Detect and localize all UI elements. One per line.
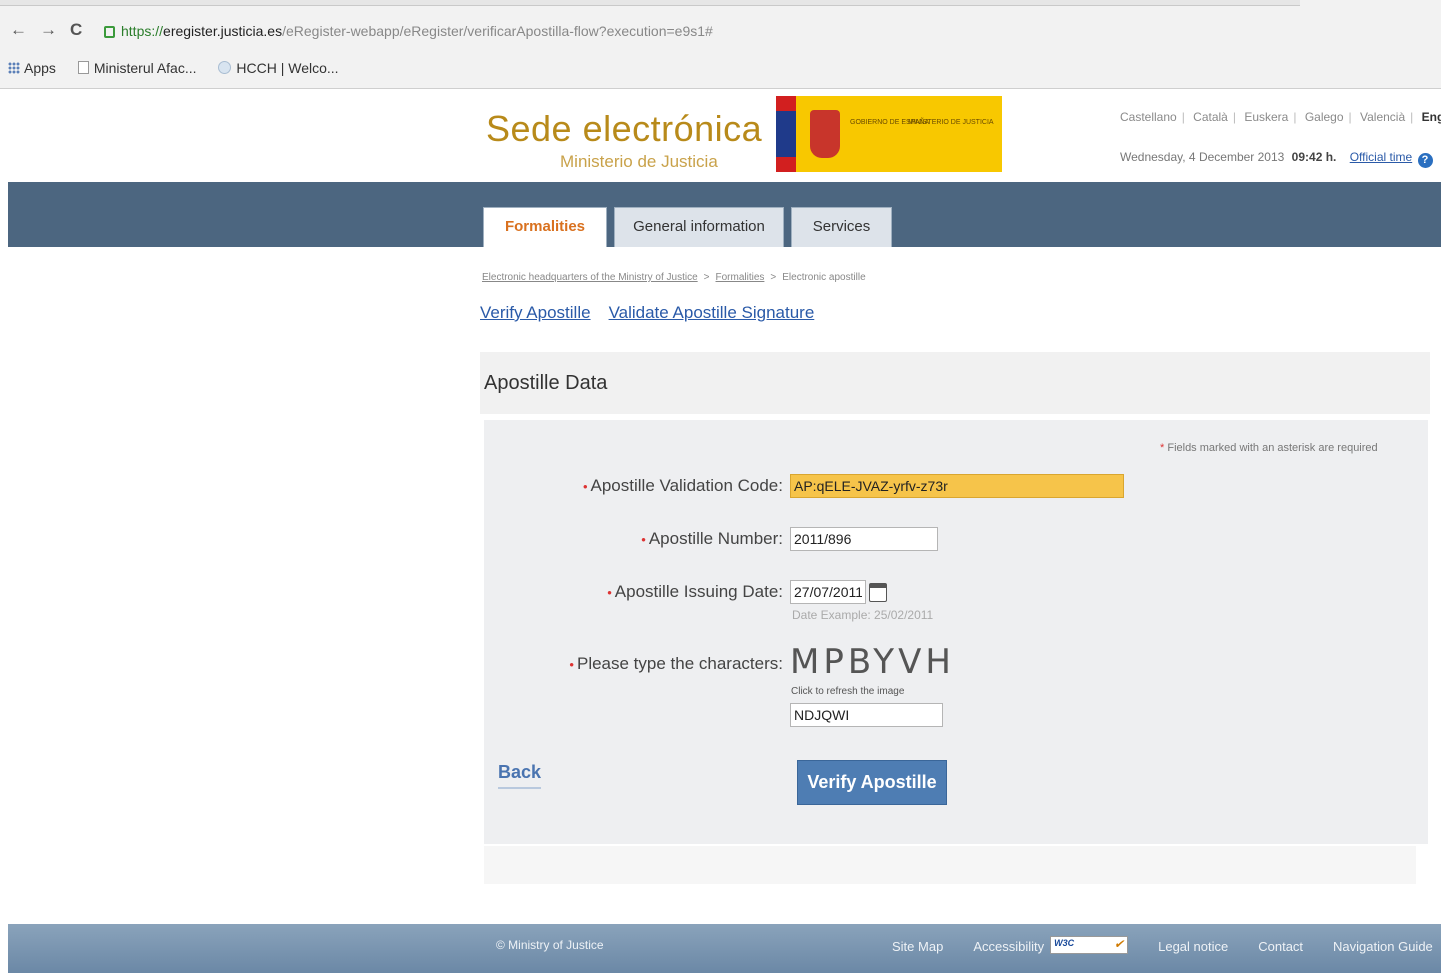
- breadcrumb: Electronic headquarters of the Ministry …: [482, 272, 866, 283]
- site-subtitle: Ministerio de Justicia: [560, 152, 718, 171]
- verify-apostille-button[interactable]: Verify Apostille: [797, 760, 947, 805]
- bookmark-label: Ministerul Afac...: [93, 60, 197, 76]
- globe-icon: [218, 61, 232, 74]
- breadcrumb-formalities[interactable]: Formalities: [716, 272, 765, 283]
- lang-valencia[interactable]: Valencià: [1360, 110, 1405, 124]
- back-arrow-icon[interactable]: ←: [10, 20, 27, 40]
- url-scheme: https://: [121, 23, 164, 39]
- language-selector: Castellano | Català | Euskera | Galego | Val…: [1120, 110, 1441, 124]
- validate-signature-link[interactable]: Validate Apostille Signature: [609, 303, 815, 322]
- tab-services[interactable]: Services: [791, 207, 892, 247]
- wai-compliance-badge-icon: [1050, 936, 1129, 954]
- tab-general-information[interactable]: General information: [614, 207, 784, 247]
- footer-contact[interactable]: Contact: [1258, 939, 1303, 954]
- lang-euskera[interactable]: Euskera: [1244, 110, 1288, 124]
- official-time-link[interactable]: Official time: [1350, 150, 1412, 164]
- footer-site-map[interactable]: Site Map: [892, 939, 943, 954]
- required-note-text: Fields marked with an asterisk are requi…: [1167, 442, 1378, 454]
- panel-footer: [484, 846, 1416, 884]
- calendar-icon[interactable]: [869, 583, 887, 602]
- accessibility-label: Accessibility: [973, 939, 1045, 954]
- date-hint: Date Example: 25/02/2011: [792, 608, 934, 622]
- issuing-date-label: • Apostille Issuing Date:: [607, 582, 783, 601]
- reload-icon[interactable]: C: [70, 20, 82, 40]
- bookmarks-bar: Apps Ministerul Afac... HCCH | Welco...: [8, 56, 357, 80]
- lang-galego[interactable]: Galego: [1305, 110, 1344, 124]
- current-date: Wednesday, 4 December 2013: [1120, 150, 1285, 164]
- browser-chrome: ← → C https://eregister.justicia.es/eReg…: [0, 0, 1441, 89]
- forward-arrow-icon[interactable]: →: [40, 20, 57, 40]
- bookmark-hcch[interactable]: HCCH | Welco...: [218, 60, 339, 76]
- coat-of-arms-icon: [810, 110, 840, 158]
- label-text: Please type the characters:: [576, 654, 783, 673]
- current-time: 09:42 h.: [1291, 150, 1337, 164]
- flag-stripe: [776, 96, 796, 172]
- issuing-date-input[interactable]: [790, 580, 866, 604]
- footer-navigation-guide[interactable]: Navigation Guide: [1333, 939, 1433, 954]
- tab-formalities[interactable]: Formalities: [483, 207, 607, 247]
- label-text: Apostille Validation Code:: [590, 476, 783, 495]
- required-fields-note: * Fields marked with an asterisk are req…: [1160, 442, 1378, 454]
- breadcrumb-home[interactable]: Electronic headquarters of the Ministry …: [482, 272, 698, 283]
- bookmark-label: HCCH | Welco...: [236, 60, 339, 76]
- bookmark-apps[interactable]: Apps: [8, 60, 56, 76]
- help-icon[interactable]: ?: [1417, 153, 1433, 168]
- validation-code-input[interactable]: [790, 474, 1124, 498]
- bookmark-label: Apps: [24, 60, 56, 76]
- lang-catala[interactable]: Català: [1193, 110, 1228, 124]
- footer-copyright: © Ministry of Justice: [496, 938, 604, 952]
- logo-text-ministry: MINISTERIO DE JUSTICIA: [908, 119, 994, 126]
- government-logo[interactable]: GOBIERNO DE ESPAÑA MINISTERIO DE JUSTICI…: [776, 96, 1002, 172]
- lang-castellano[interactable]: Castellano: [1120, 110, 1177, 124]
- sub-navigation: Verify Apostille Validate Apostille Signa…: [480, 303, 832, 323]
- captcha-label: • Please type the characters:: [569, 654, 783, 673]
- back-link[interactable]: Back: [498, 762, 542, 789]
- site-title[interactable]: Sede electrónica: [486, 108, 762, 150]
- date-time: Wednesday, 4 December 2013 09:42 h. Offi…: [1120, 150, 1433, 168]
- tab-strip: [0, 0, 1300, 6]
- panel-header: [480, 352, 1430, 414]
- url-path: /eRegister-webapp/eRegister/verificarApo…: [282, 23, 713, 39]
- refresh-captcha-link[interactable]: Click to refresh the image: [791, 686, 904, 697]
- captcha-input[interactable]: [790, 703, 943, 727]
- validation-code-label: • Apostille Validation Code:: [582, 476, 783, 495]
- url-host: eregister.justicia.es: [163, 23, 283, 39]
- footer-legal-notice[interactable]: Legal notice: [1158, 939, 1228, 954]
- lock-icon: [104, 26, 115, 38]
- panel-title: Apostille Data: [484, 372, 608, 394]
- lang-english[interactable]: English: [1422, 110, 1441, 124]
- verify-apostille-link[interactable]: Verify Apostille: [480, 303, 591, 322]
- footer-links: Site Map Accessibility Legal notice Contact…: [892, 936, 1433, 954]
- breadcrumb-current: Electronic apostille: [782, 272, 866, 283]
- footer-accessibility[interactable]: Accessibility: [973, 936, 1129, 954]
- label-text: Apostille Issuing Date:: [614, 582, 783, 601]
- apostille-number-input[interactable]: [790, 527, 938, 551]
- apps-grid-icon: [8, 62, 20, 74]
- bookmark-ministerul[interactable]: Ministerul Afac...: [77, 60, 197, 76]
- address-bar[interactable]: https://eregister.justicia.es/eRegister-…: [104, 18, 1434, 44]
- apostille-number-label: • Apostille Number:: [641, 529, 783, 548]
- captcha-image[interactable]: MPBYVH: [790, 642, 955, 682]
- label-text: Apostille Number:: [648, 529, 783, 548]
- page-icon: [77, 61, 89, 74]
